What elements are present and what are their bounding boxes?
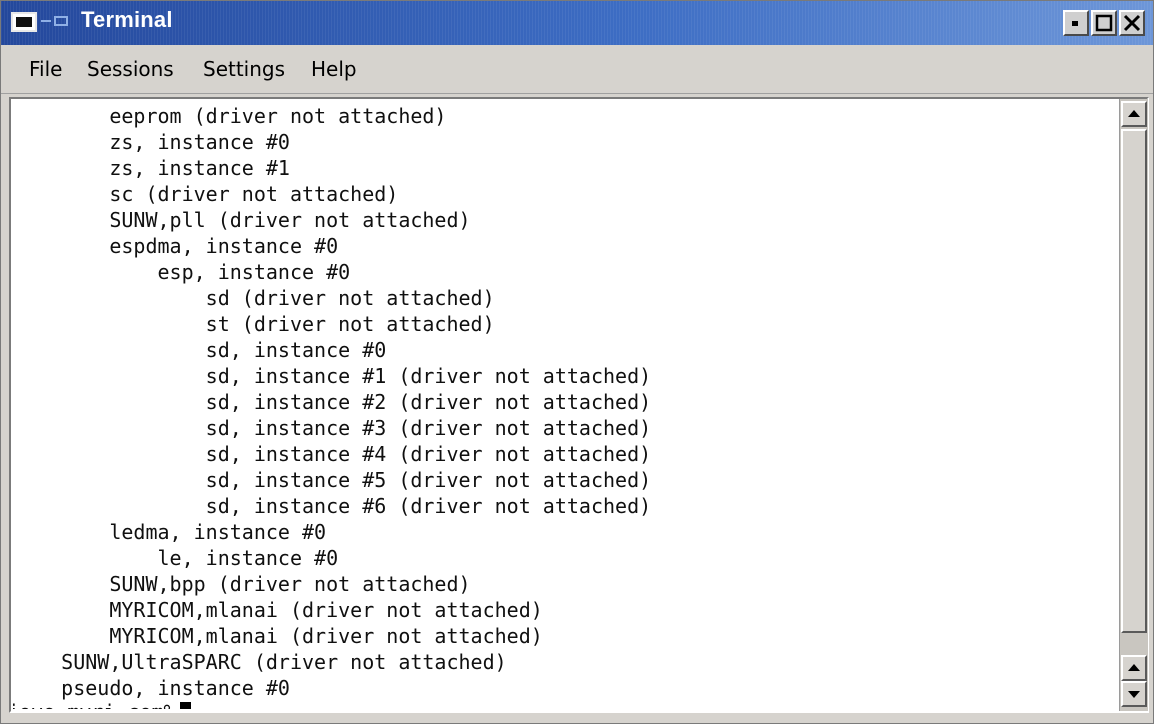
- text-cursor: [179, 702, 191, 709]
- terminal-line: eeprom (driver not attached): [13, 104, 447, 128]
- scroll-up-button-bottom[interactable]: [1121, 655, 1147, 681]
- menu-bar: File Sessions Settings Help: [1, 45, 1153, 94]
- terminal-line: SUNW,bpp (driver not attached): [13, 572, 471, 596]
- terminal-line: sc (driver not attached): [13, 182, 399, 206]
- terminal-line: sd, instance #2 (driver not attached): [13, 390, 652, 414]
- scroll-up-button[interactable]: [1121, 101, 1147, 127]
- terminal-line: espdma, instance #0: [13, 234, 339, 258]
- terminal-line: le, instance #0: [13, 546, 339, 570]
- terminal-line: sd, instance #4 (driver not attached): [13, 442, 652, 466]
- terminal-line: sd, instance #6 (driver not attached): [13, 494, 652, 518]
- menu-help[interactable]: Help: [311, 57, 357, 81]
- terminal-line: sd, instance #1 (driver not attached): [13, 364, 652, 388]
- window-menu-icon[interactable]: [11, 12, 37, 32]
- terminal-line: ledma, instance #0: [13, 520, 327, 544]
- title-bar[interactable]: Terminal: [1, 1, 1153, 45]
- arrow-up-icon: [1128, 110, 1140, 117]
- minimize-icon: [1072, 21, 1078, 26]
- arrow-up-icon: [1128, 664, 1140, 671]
- vertical-scrollbar[interactable]: [1119, 99, 1148, 711]
- maximize-icon: [1095, 14, 1113, 32]
- terminal-line: esp, instance #0: [13, 260, 351, 284]
- terminal-line: MYRICOM,mlanai (driver not attached): [13, 598, 543, 622]
- terminal-line: pseudo, instance #0: [13, 676, 290, 700]
- terminal-line: sd, instance #0: [13, 338, 387, 362]
- menu-sessions[interactable]: Sessions: [87, 57, 174, 81]
- minimize-button[interactable]: [1063, 10, 1089, 36]
- prompt-line[interactable]: jove.myri.com%: [13, 699, 191, 709]
- arrow-down-icon: [1128, 691, 1140, 698]
- scroll-down-button[interactable]: [1121, 681, 1147, 707]
- terminal-line: zs, instance #0: [13, 130, 290, 154]
- terminal-line: sd (driver not attached): [13, 286, 495, 310]
- terminal-line: sd, instance #3 (driver not attached): [13, 416, 652, 440]
- menu-settings[interactable]: Settings: [203, 57, 285, 81]
- terminal-line: MYRICOM,mlanai (driver not attached): [13, 624, 543, 648]
- close-button[interactable]: [1119, 10, 1145, 36]
- terminal-line: st (driver not attached): [13, 312, 495, 336]
- scrollbar-thumb[interactable]: [1121, 129, 1147, 633]
- title-separator-icon: [41, 16, 68, 26]
- window-title: Terminal: [81, 7, 173, 32]
- terminal-frame: eeprom (driver not attached) zs, instanc…: [9, 97, 1149, 713]
- terminal-window: Terminal File Sessions Settings Help eep…: [0, 0, 1154, 724]
- menu-file[interactable]: File: [29, 57, 62, 81]
- terminal-output[interactable]: eeprom (driver not attached) zs, instanc…: [13, 101, 1117, 709]
- shell-prompt: jove.myri.com%: [13, 700, 176, 709]
- maximize-button[interactable]: [1091, 10, 1117, 36]
- terminal-line: zs, instance #1: [13, 156, 290, 180]
- terminal-line: SUNW,UltraSPARC (driver not attached): [13, 650, 507, 674]
- close-icon: [1123, 14, 1141, 32]
- terminal-line: sd, instance #5 (driver not attached): [13, 468, 652, 492]
- terminal-line: SUNW,pll (driver not attached): [13, 208, 471, 232]
